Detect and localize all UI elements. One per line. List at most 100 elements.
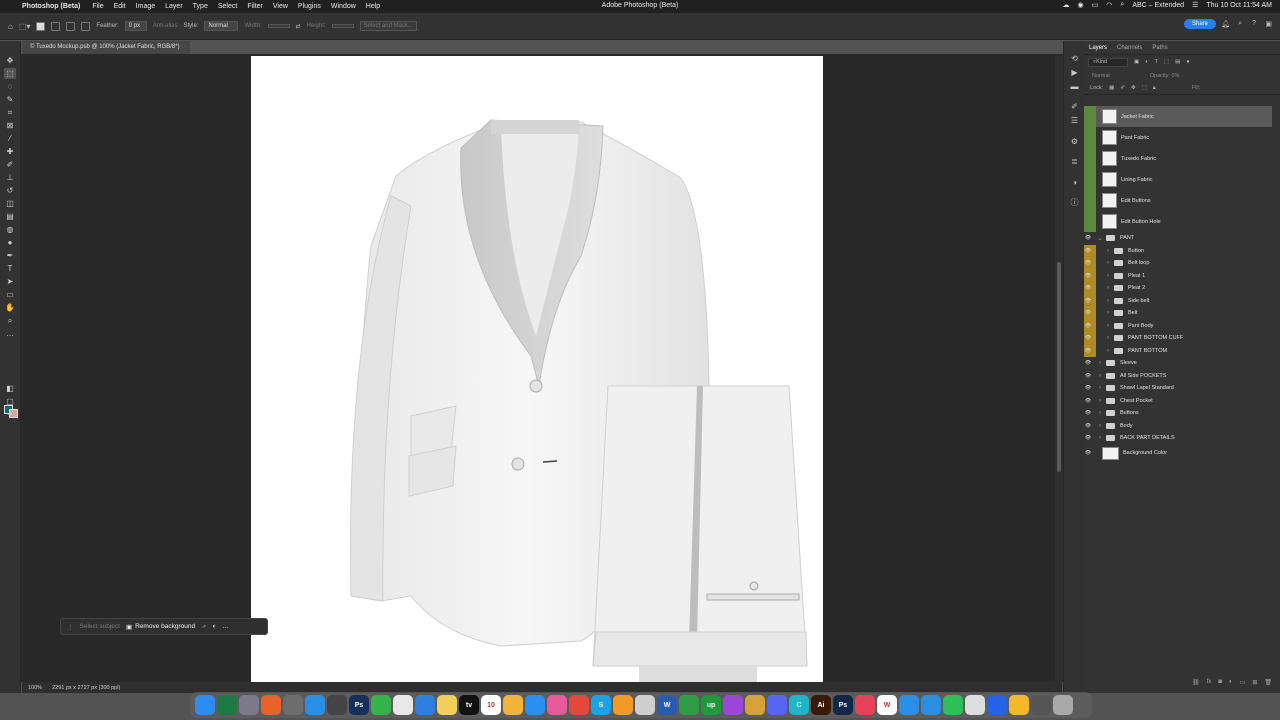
add-selection-icon[interactable] [51, 21, 61, 31]
menu-file[interactable]: File [92, 3, 103, 10]
smart-object-thumbnail[interactable] [1102, 193, 1117, 208]
wifi-icon[interactable]: ◠ [1106, 1, 1112, 9]
fill-thumbnail[interactable] [1102, 446, 1119, 460]
dock-app-safari-2-icon[interactable] [899, 695, 919, 715]
chevron-right-icon[interactable]: › [1104, 348, 1112, 354]
feather-field[interactable]: 0 px [124, 21, 147, 31]
dock-app-illustrator-icon[interactable]: Ai [811, 695, 831, 715]
actions-icon[interactable]: ▶ [1069, 67, 1080, 78]
canvas-workspace[interactable] [21, 54, 1055, 682]
layer-row[interactable]: 👁︎ › Chest Pocket [1084, 395, 1272, 408]
hand-tool-icon[interactable]: ✋ [4, 302, 16, 313]
chevron-right-icon[interactable]: › [1104, 248, 1112, 254]
menu-filter[interactable]: Filter [247, 3, 263, 10]
intersect-selection-icon[interactable] [81, 21, 91, 31]
visibility-toggle[interactable]: 👁︎ [1084, 370, 1092, 383]
comments-icon[interactable]: ▬ [1069, 81, 1080, 92]
lasso-tool-icon[interactable]: ◌ [4, 81, 16, 92]
bell-icon[interactable]: 🔔︎ [1221, 20, 1230, 28]
dock-app-chrome-canary-icon[interactable] [745, 695, 765, 715]
visibility-toggle[interactable]: 👁︎ [1084, 319, 1092, 332]
layer-row[interactable]: Edit Buttons [1084, 190, 1272, 211]
dock-app-photoshop-icon[interactable]: Ps [349, 695, 369, 715]
lock-all-icon[interactable]: 🔒︎ [1153, 85, 1156, 92]
dock-app-keep-icon[interactable] [1009, 695, 1029, 715]
zoom-tool-icon[interactable]: ⌕ [4, 315, 16, 326]
layer-row[interactable]: 👁︎ › BACK PART DETAILS [1084, 432, 1272, 445]
chevron-right-icon[interactable]: › [1096, 373, 1104, 379]
select-subject-button[interactable]: Select subject [80, 623, 120, 630]
dock-app-finder-icon[interactable] [195, 695, 215, 715]
scrollbar-thumb[interactable] [1057, 262, 1061, 472]
frame-tool-icon[interactable]: ⊠ [4, 120, 16, 131]
quick-mask-icon[interactable]: ◧ [4, 383, 16, 394]
workspace-icon[interactable]: ▣ [1265, 20, 1272, 28]
dock-app-pages-icon[interactable] [613, 695, 633, 715]
spotlight-icon[interactable]: ⌕ [1120, 1, 1124, 9]
brush-tool-icon[interactable]: ✐ [4, 159, 16, 170]
new-layer-icon[interactable]: ⊞ [1252, 679, 1257, 691]
dock-app-dropbox-icon[interactable] [987, 695, 1007, 715]
delete-icon[interactable]: 🗑︎ [1264, 679, 1272, 691]
dock-app-reminders-icon[interactable] [393, 695, 413, 715]
taskbar-handle-icon[interactable]: ⋮ [67, 623, 74, 631]
dock-app-notes-icon[interactable] [437, 695, 457, 715]
layer-row[interactable]: Lining Fabric [1084, 169, 1272, 190]
lock-position-icon[interactable]: ✥ [1131, 85, 1136, 91]
dock-app-screens-icon[interactable] [547, 695, 567, 715]
menu-edit[interactable]: Edit [114, 3, 126, 10]
width-field[interactable] [267, 24, 290, 28]
chevron-right-icon[interactable]: › [1104, 323, 1112, 329]
dock-app-calendar-icon[interactable]: 10 [481, 695, 501, 715]
visibility-toggle[interactable]: 👁︎ [1084, 332, 1092, 345]
visibility-toggle[interactable]: 👁︎ [1084, 232, 1092, 245]
app-name[interactable]: Photoshop (Beta) [22, 3, 80, 10]
gradient-tool-icon[interactable]: ▤ [4, 211, 16, 222]
eraser-tool-icon[interactable]: ◫ [4, 198, 16, 209]
healing-tool-icon[interactable]: ✚ [4, 146, 16, 157]
chevron-right-icon[interactable]: › [1104, 285, 1112, 291]
layer-row[interactable]: 👁︎ › PANT BOTTOM [1084, 344, 1272, 357]
brushes-icon[interactable]: ✐ [1069, 101, 1080, 112]
history-icon[interactable]: ⟲ [1069, 53, 1080, 64]
menu-help[interactable]: Help [366, 3, 380, 10]
layer-row[interactable]: Tuxedo Fabric [1084, 148, 1272, 169]
menu-layer[interactable]: Layer [165, 3, 183, 10]
dock-app-upwork-icon[interactable]: up [701, 695, 721, 715]
style-select[interactable]: Normal [204, 21, 239, 31]
visibility-toggle[interactable] [1084, 190, 1092, 211]
lock-transparent-icon[interactable]: ▦ [1109, 85, 1114, 91]
visibility-toggle[interactable]: 👁︎ [1084, 382, 1092, 395]
layer-row[interactable]: Jacket Fabric [1084, 106, 1272, 127]
adjustment-icon[interactable]: ◐ [213, 623, 217, 630]
dock-app-trash-icon[interactable] [1053, 695, 1073, 715]
layer-row[interactable]: 👁︎ › Shawl Lapel Standard [1084, 382, 1272, 395]
new-group-icon[interactable]: ▭ [1240, 679, 1246, 691]
chevron-right-icon[interactable]: › [1104, 260, 1112, 266]
dock-app-chrome-icon[interactable] [569, 695, 589, 715]
layer-row[interactable]: 👁︎ › Button [1084, 244, 1272, 257]
chevron-right-icon[interactable]: › [1096, 423, 1104, 429]
visibility-toggle[interactable] [1084, 127, 1092, 148]
antialias-checkbox[interactable]: Anti-alias [153, 23, 178, 29]
link-icon[interactable]: ⛓ [1192, 679, 1200, 691]
dock-app-settings-icon[interactable] [283, 695, 303, 715]
properties-icon[interactable]: ⚙ [1069, 136, 1080, 147]
more-tools-icon[interactable]: … [4, 328, 16, 339]
type-tool-icon[interactable]: T [4, 263, 16, 274]
record-icon[interactable]: ◉ [1078, 1, 1084, 9]
lock-pixels-icon[interactable]: ✐ [1120, 85, 1125, 91]
layer-row[interactable]: 👁︎ › Body [1084, 420, 1272, 433]
visibility-toggle[interactable]: 👁︎ [1084, 407, 1092, 420]
dock-app-photos-icon[interactable] [503, 695, 523, 715]
more-options-icon[interactable]: … [222, 623, 229, 630]
document-canvas[interactable] [251, 56, 823, 682]
chevron-right-icon[interactable]: › [1104, 310, 1112, 316]
visibility-toggle[interactable] [1084, 106, 1092, 127]
layer-row[interactable]: 👁︎ Background Color [1084, 445, 1272, 462]
visibility-toggle[interactable]: 👁︎ [1084, 257, 1092, 270]
dock-app-discord-icon[interactable] [767, 695, 787, 715]
visibility-toggle[interactable]: 👁︎ [1084, 357, 1092, 370]
smart-object-thumbnail[interactable] [1102, 151, 1117, 166]
visibility-toggle[interactable]: 👁︎ [1084, 420, 1092, 433]
